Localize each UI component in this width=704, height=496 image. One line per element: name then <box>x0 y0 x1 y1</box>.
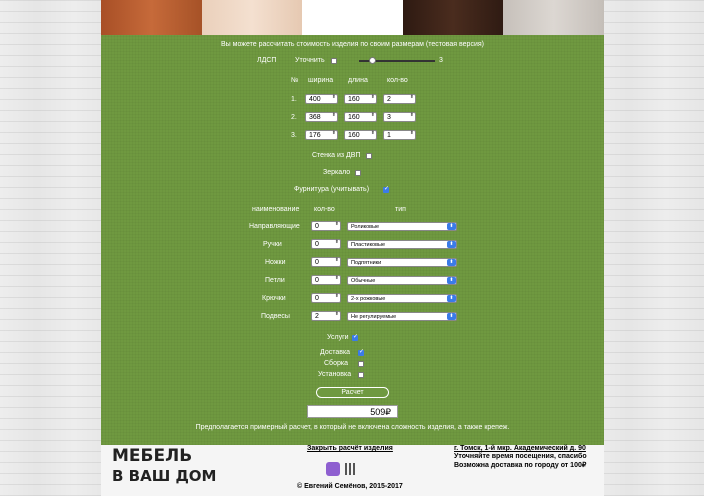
chevron-down-icon: ⬍ <box>447 295 456 302</box>
logo-line-1: МЕБЕЛЬ <box>112 446 193 466</box>
fitting-row-6-name: Подвесы <box>261 313 290 320</box>
dims-row-2-length[interactable]: 160 ⬍ <box>344 112 377 122</box>
install-checkbox[interactable] <box>358 372 364 378</box>
mirror-label: Зеркало <box>323 169 351 176</box>
disclaimer-note: Предполагается примерный расчет, в котор… <box>195 424 510 431</box>
visit-info: Уточняйте время посещения, спасибо <box>454 453 587 460</box>
dims-col-no: № <box>291 77 299 84</box>
dims-row-2-width[interactable]: 368 ⬍ <box>305 112 338 122</box>
fittings-col-qty: кол-во <box>314 206 335 213</box>
dims-row-3-qty[interactable]: 1 ⬍ <box>383 130 416 140</box>
delivery-label: Доставка <box>320 349 351 356</box>
fitting-row-2-qty[interactable]: 0 ⬍ <box>311 239 341 249</box>
material-slider-value: 3 <box>439 57 443 64</box>
total-price: 509₽ <box>307 405 398 418</box>
swatch-2[interactable] <box>201 0 303 35</box>
services-label: Услуги <box>327 334 349 341</box>
address[interactable]: г. Томск, 1-й мкр. Академический д. 90 <box>454 445 586 452</box>
color-swatch-bar <box>101 0 604 35</box>
fitting-row-1-type[interactable]: Роликовые ⬍ <box>347 222 457 231</box>
footer: МЕБЕЛЬ В ВАШ ДОМ Закрыть расчёт изделия … <box>101 445 604 496</box>
fitting-row-4-type[interactable]: Обычные ⬍ <box>347 276 457 285</box>
fittings-checkbox[interactable] <box>383 185 389 193</box>
dvp-label: Стенка из ДВП <box>312 152 361 159</box>
chevron-down-icon: ⬍ <box>447 223 456 230</box>
assembly-label: Сборка <box>324 360 348 367</box>
dims-col-qty: кол-во <box>387 77 408 84</box>
swatch-5[interactable] <box>503 0 604 35</box>
fitting-row-2-name: Ручки <box>263 241 282 248</box>
fitting-row-5-name: Крючки <box>262 295 286 302</box>
refine-label: Уточнить <box>295 57 325 64</box>
assembly-checkbox[interactable] <box>358 361 364 367</box>
fitting-row-6-qty[interactable]: 2 ⬍ <box>311 311 341 321</box>
swatch-4[interactable] <box>402 0 504 35</box>
chevron-down-icon: ⬍ <box>447 313 456 320</box>
dims-row-3-length[interactable]: 160 ⬍ <box>344 130 377 140</box>
logo-line-2: В ВАШ ДОМ <box>112 467 217 485</box>
dims-row-3-no: 3. <box>291 132 297 139</box>
fitting-row-5-type[interactable]: 2-х рожковые ⬍ <box>347 294 457 303</box>
fitting-row-4-qty[interactable]: 0 ⬍ <box>311 275 341 285</box>
swatch-3[interactable] <box>302 0 403 35</box>
dvp-checkbox[interactable] <box>366 153 372 159</box>
chevron-down-icon: ⬍ <box>447 277 456 284</box>
app-icon[interactable] <box>326 462 340 476</box>
dims-row-2-qty[interactable]: 3 ⬍ <box>383 112 416 122</box>
material-slider-knob[interactable] <box>369 57 376 64</box>
fitting-row-3-type[interactable]: Подпятники ⬍ <box>347 258 457 267</box>
delivery-info: Возможна доставка по городу от 100₽ <box>454 462 587 469</box>
material-label: ЛДСП <box>257 57 277 64</box>
fittings-col-type: тип <box>395 206 406 213</box>
fitting-row-4-name: Петли <box>265 277 285 284</box>
dims-col-length: длина <box>348 77 368 84</box>
refine-checkbox[interactable] <box>331 58 337 64</box>
dims-row-1-width[interactable]: 400 ⬍ <box>305 94 338 104</box>
fitting-row-5-qty[interactable]: 0 ⬍ <box>311 293 341 303</box>
chevron-down-icon: ⬍ <box>447 241 456 248</box>
dims-row-1-qty[interactable]: 2 ⬍ <box>383 94 416 104</box>
fittings-label: Фурнитура (учитывать) <box>294 186 370 193</box>
delivery-checkbox[interactable] <box>358 348 364 356</box>
fitting-row-6-type[interactable]: Не регулируемые ⬍ <box>347 312 457 321</box>
dims-row-1-length[interactable]: 160 ⬍ <box>344 94 377 104</box>
dims-col-width: ширина <box>308 77 334 84</box>
fitting-row-3-name: Ножки <box>265 259 286 266</box>
dims-row-2-no: 2. <box>291 114 297 121</box>
dims-row-1-no: 1. <box>291 96 297 103</box>
fitting-row-3-qty[interactable]: 0 ⬍ <box>311 257 341 267</box>
services-checkbox[interactable] <box>352 333 358 341</box>
chevron-down-icon: ⬍ <box>447 259 456 266</box>
install-label: Установка <box>318 371 352 378</box>
fitting-row-2-type[interactable]: Пластиковые ⬍ <box>347 240 457 249</box>
swatch-1[interactable] <box>101 0 202 35</box>
fitting-row-1-name: Направляющие <box>249 223 300 230</box>
dims-row-3-width[interactable]: 176 ⬍ <box>305 130 338 140</box>
close-calculation-link[interactable]: Закрыть расчёт изделия <box>307 445 393 452</box>
grid-icon[interactable] <box>345 463 355 475</box>
calculator-panel: Вы можете рассчитать стоимость изделия п… <box>101 35 604 445</box>
copyright: © Евгений Семёнов, 2015-2017 <box>297 483 403 490</box>
fittings-col-name: наименование <box>252 206 300 213</box>
mirror-checkbox[interactable] <box>355 170 361 176</box>
calculator-title: Вы можете рассчитать стоимость изделия п… <box>221 41 484 48</box>
calculate-button[interactable]: Расчет <box>316 387 389 398</box>
fitting-row-1-qty[interactable]: 0 ⬍ <box>311 221 341 231</box>
